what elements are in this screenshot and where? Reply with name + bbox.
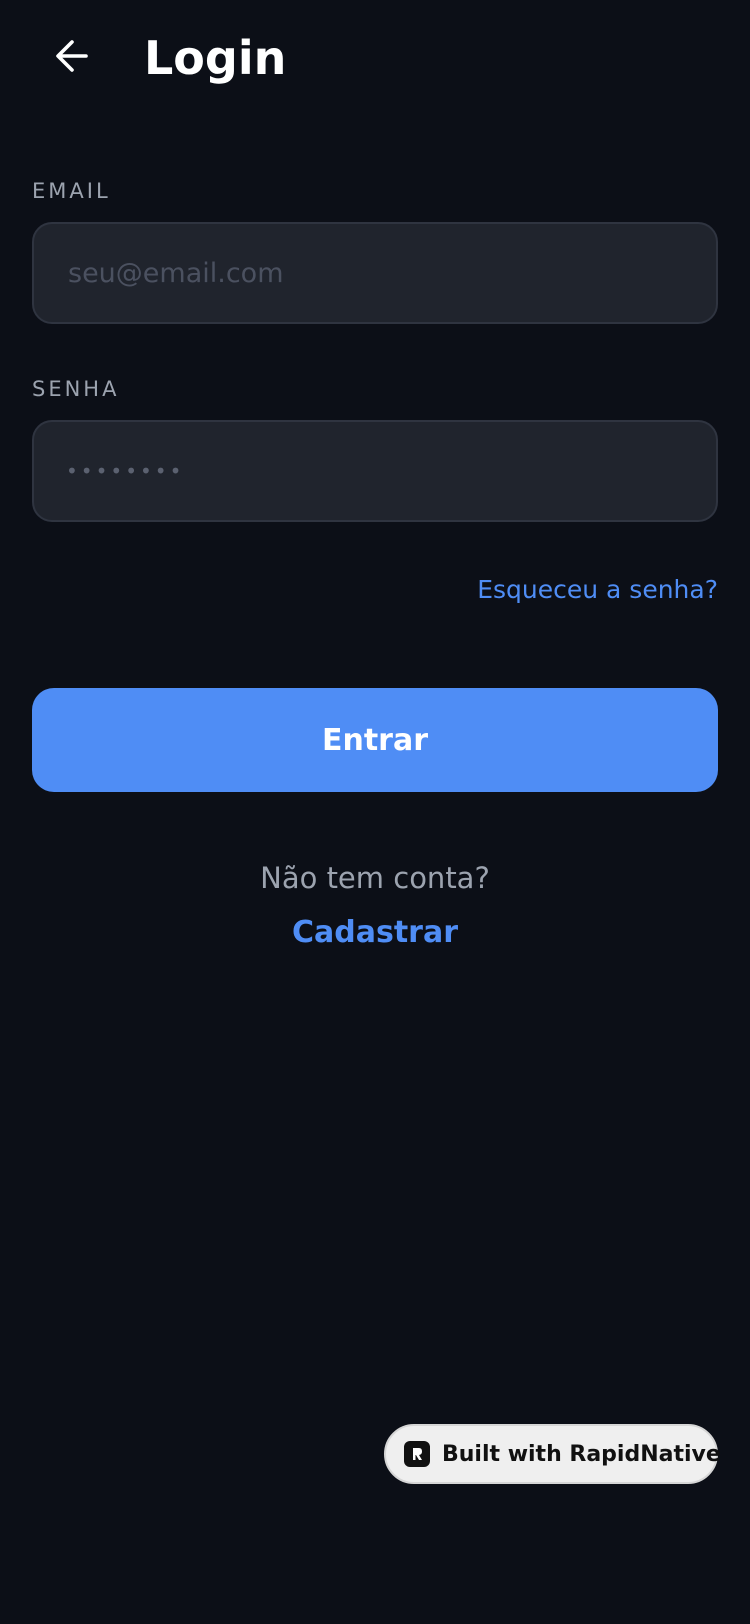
signup-link[interactable]: Cadastrar [0,912,750,954]
arrow-left-icon [56,40,88,72]
email-field[interactable] [66,256,716,290]
page-title: Login [144,31,287,85]
password-input-container[interactable]: •••••••• [32,420,718,522]
login-button[interactable]: Entrar [32,688,718,792]
back-button[interactable] [46,30,98,82]
password-field[interactable]: •••••••• [66,459,184,483]
rapidnative-logo-icon [404,1441,430,1467]
no-account-text: Não tem conta? [260,861,490,895]
email-input-container[interactable] [32,222,718,324]
password-label: SENHA [32,377,120,401]
header: Login [0,0,750,120]
badge-label: Built with RapidNative [442,1441,721,1467]
forgot-password-link[interactable]: Esqueceu a senha? [477,572,718,608]
email-label: EMAIL [32,179,111,203]
built-with-badge[interactable]: Built with RapidNative [384,1424,721,1484]
